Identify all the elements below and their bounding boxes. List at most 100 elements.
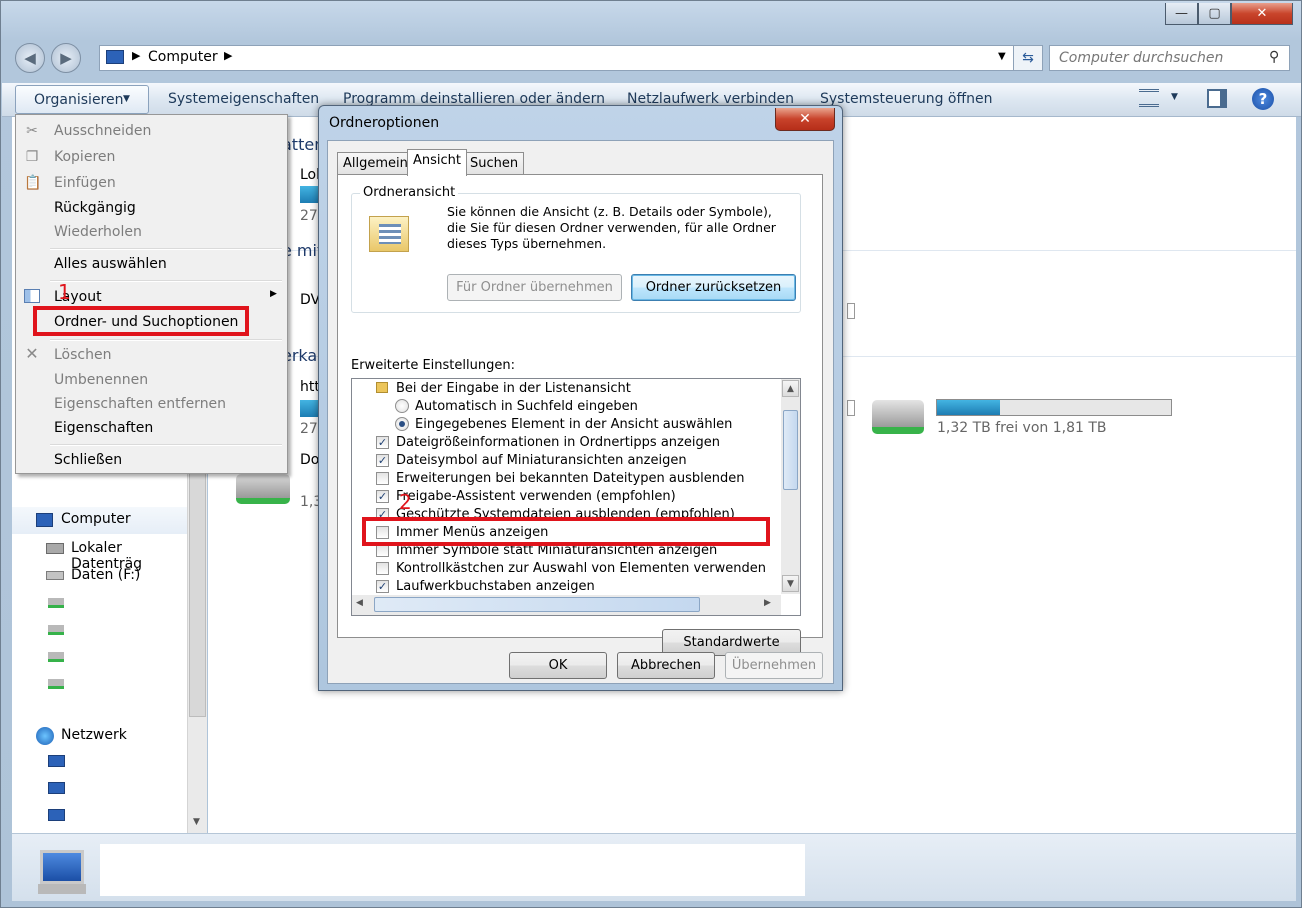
folder-view-group: Ordneransicht Sie können die Ansicht (z.… xyxy=(351,185,801,313)
drive-usage-bar xyxy=(300,400,320,417)
checkbox-setting[interactable]: ✓ xyxy=(376,436,389,449)
breadcrumb-chevron-icon[interactable]: ▶ xyxy=(224,49,232,62)
nav-item-local-disk[interactable]: Lokaler Datenträg xyxy=(46,540,196,572)
breadcrumb-chevron-icon: ▶ xyxy=(132,49,141,62)
menu-item-cut[interactable]: Ausschneiden xyxy=(54,123,151,139)
delete-icon: ✕ xyxy=(25,344,39,363)
content-fragment: htt xyxy=(300,379,320,395)
dialog-close-button[interactable]: ✕ xyxy=(775,108,835,131)
menu-item-copy[interactable]: Kopieren xyxy=(54,149,115,165)
organize-button[interactable]: Organisieren ▼ xyxy=(15,85,149,114)
setting-folder-label: Bei der Eingabe in der Listenansicht xyxy=(396,381,631,396)
help-icon[interactable]: ? xyxy=(1252,88,1274,110)
setting-label[interactable]: Erweiterungen bei bekannten Dateitypen a… xyxy=(396,471,744,486)
scroll-right-icon[interactable]: ▶ xyxy=(764,598,771,608)
system-properties-button[interactable]: Systemeigenschaften xyxy=(168,91,319,107)
window-close-button[interactable]: ✕ xyxy=(1231,3,1293,25)
tab-view[interactable]: Ansicht xyxy=(407,149,468,176)
checkbox-setting[interactable]: ✓ xyxy=(376,490,389,503)
refresh-button[interactable]: ⇆ xyxy=(1014,45,1043,71)
scroll-up-icon[interactable]: ▲ xyxy=(782,380,799,397)
setting-label[interactable]: Eingegebenes Element in der Ansicht ausw… xyxy=(415,417,732,432)
nav-item-data-drive[interactable]: Daten (F:) xyxy=(46,567,196,587)
network-drive-icon[interactable] xyxy=(48,598,64,608)
setting-label[interactable]: Dateigrößeinformationen in Ordnertipps a… xyxy=(396,435,720,450)
menu-item-rename[interactable]: Umbenennen xyxy=(54,372,148,388)
menu-item-select-all[interactable]: Alles auswählen xyxy=(54,256,167,272)
search-input[interactable]: Computer durchsuchen ⚲ xyxy=(1049,45,1290,71)
computer-icon xyxy=(36,513,53,527)
setting-label[interactable]: Freigabe-Assistent verwenden (empfohlen) xyxy=(396,489,676,504)
scroll-left-icon[interactable]: ◀ xyxy=(356,598,363,608)
dialog-body: Allgemein Ansicht Suchen Ordneransicht S… xyxy=(327,140,834,684)
scroll-down-icon[interactable]: ▼ xyxy=(193,817,200,827)
menu-item-redo[interactable]: Wiederholen xyxy=(54,224,142,240)
checkbox-setting[interactable]: ✓ xyxy=(376,454,389,467)
view-dropdown-icon[interactable]: ▼ xyxy=(1171,92,1178,102)
radio-auto-search[interactable] xyxy=(395,399,409,413)
checkbox-setting[interactable] xyxy=(376,472,389,485)
menu-item-remove-properties[interactable]: Eigenschaften entfernen xyxy=(54,396,226,412)
setting-label[interactable]: Laufwerkbuchstaben anzeigen xyxy=(396,579,595,594)
network-drive-icon[interactable] xyxy=(872,400,924,434)
advanced-settings-list[interactable]: Bei der Eingabe in der Listenansicht Aut… xyxy=(351,378,801,616)
maximize-button[interactable]: ▢ xyxy=(1198,3,1231,25)
vertical-scroll-thumb[interactable] xyxy=(783,410,798,490)
menu-item-undo[interactable]: Rückgängig xyxy=(54,200,136,216)
folder-view-group-title: Ordneransicht xyxy=(360,185,459,200)
open-control-panel-button[interactable]: Systemsteuerung öffnen xyxy=(820,91,993,107)
setting-label[interactable]: Kontrollkästchen zur Auswahl von Element… xyxy=(396,561,766,576)
apply-button[interactable]: Übernehmen xyxy=(725,652,823,679)
breadcrumb[interactable]: Computer xyxy=(148,49,218,65)
minimize-button[interactable]: — xyxy=(1165,3,1198,25)
network-drive-icon[interactable] xyxy=(48,652,64,662)
tab-general[interactable]: Allgemein xyxy=(337,152,414,174)
reset-folders-button[interactable]: Ordner zurücksetzen xyxy=(631,274,796,301)
menu-separator xyxy=(50,248,282,250)
apply-to-folders-button[interactable]: Für Ordner übernehmen xyxy=(447,274,622,301)
menu-item-properties[interactable]: Eigenschaften xyxy=(54,420,153,436)
computer-icon xyxy=(106,50,124,64)
nav-item-network[interactable]: Netzwerk xyxy=(12,723,187,750)
search-icon[interactable]: ⚲ xyxy=(1269,49,1279,65)
setting-label[interactable]: Automatisch in Suchfeld eingeben xyxy=(415,399,638,414)
address-dropdown-icon[interactable]: ▼ xyxy=(998,51,1006,62)
scroll-down-icon[interactable]: ▼ xyxy=(782,575,799,592)
cancel-button[interactable]: Abbrechen xyxy=(617,652,715,679)
horizontal-scroll-thumb[interactable] xyxy=(374,597,700,612)
chevron-down-icon: ▼ xyxy=(123,94,130,104)
nav-label-network: Netzwerk xyxy=(61,727,127,743)
back-button[interactable]: ◀ xyxy=(15,43,45,73)
network-drive-icon[interactable] xyxy=(48,625,64,635)
details-pane xyxy=(12,833,1296,901)
network-drive-icon[interactable] xyxy=(48,679,64,689)
checkbox-setting[interactable]: ✓ xyxy=(376,580,389,593)
forward-button[interactable]: ▶ xyxy=(51,43,81,73)
vertical-scrollbar[interactable]: ▲ ▼ xyxy=(781,379,800,594)
network-drive-icon[interactable] xyxy=(236,474,290,504)
preview-pane-icon[interactable] xyxy=(1207,89,1227,108)
drive-usage-bar xyxy=(936,399,1172,416)
view-options-icon[interactable] xyxy=(1139,89,1159,107)
setting-label[interactable]: Dateisymbol auf Miniaturansichten anzeig… xyxy=(396,453,687,468)
nav-label-computer: Computer xyxy=(61,511,131,527)
nav-label-data-drive: Daten (F:) xyxy=(71,567,141,583)
computer-icon xyxy=(40,850,84,884)
view-tab-panel: Ordneransicht Sie können die Ansicht (z.… xyxy=(337,174,823,656)
network-computer-icon[interactable] xyxy=(48,782,65,794)
network-computer-icon[interactable] xyxy=(48,755,65,767)
ok-button[interactable]: OK xyxy=(509,652,607,679)
menu-item-paste[interactable]: Einfügen xyxy=(54,175,116,191)
horizontal-scrollbar[interactable]: ◀ ▶ xyxy=(352,595,781,615)
menu-item-delete[interactable]: Löschen xyxy=(54,347,111,363)
menu-item-close[interactable]: Schließen xyxy=(54,452,122,468)
menu-separator xyxy=(50,444,282,446)
nav-item-computer[interactable]: Computer xyxy=(12,507,187,534)
network-computer-icon[interactable] xyxy=(48,809,65,821)
address-bar[interactable]: ▶ Computer ▶ ▼ xyxy=(99,45,1014,71)
organize-menu: ✂ Ausschneiden ❐ Kopieren 📋 Einfügen Rüc… xyxy=(15,114,288,474)
checkbox-use-item-checkboxes[interactable] xyxy=(376,562,389,575)
back-arrow-icon: ◀ xyxy=(24,49,36,67)
radio-select-in-view[interactable] xyxy=(395,417,409,431)
tab-search[interactable]: Suchen xyxy=(464,152,525,174)
